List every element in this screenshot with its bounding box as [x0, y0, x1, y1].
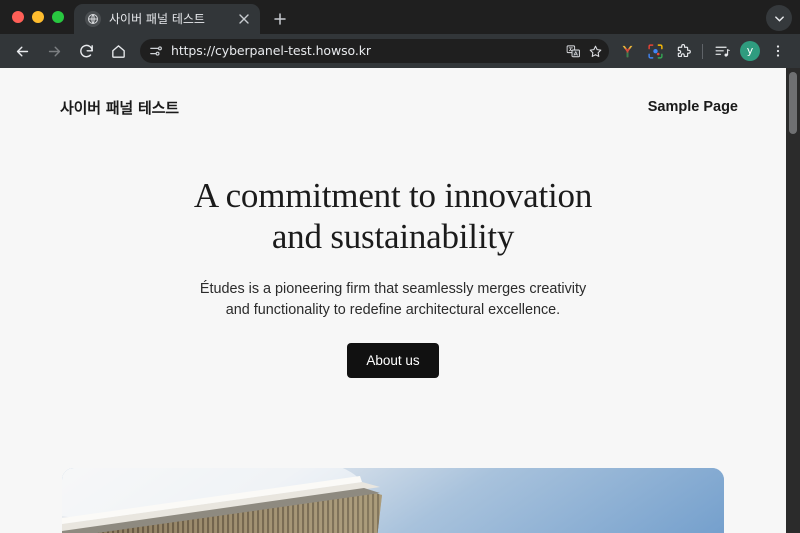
lens-search-icon[interactable] — [642, 38, 668, 64]
forward-button[interactable] — [40, 37, 68, 65]
hero-image — [62, 468, 724, 533]
browser-menu-button[interactable] — [765, 38, 791, 64]
hero-section: A commitment to innovation and sustainab… — [0, 124, 786, 379]
site-header: 사이버 패널 테스트 Sample Page — [0, 68, 786, 124]
bookmark-star-icon[interactable] — [585, 41, 605, 61]
browser-window: 사이버 패널 테스트 https://cyberpanel-test.howso… — [0, 0, 800, 533]
reload-button[interactable] — [72, 37, 100, 65]
extensions-puzzle-icon[interactable] — [670, 38, 696, 64]
nav-link-sample-page[interactable]: Sample Page — [648, 99, 738, 115]
reading-list-icon[interactable] — [709, 38, 735, 64]
window-controls — [0, 0, 74, 34]
address-bar[interactable]: https://cyberpanel-test.howso.kr — [140, 39, 609, 63]
window-maximize-button[interactable] — [52, 11, 64, 23]
close-icon[interactable] — [236, 11, 252, 27]
page-scrollbar[interactable] — [786, 68, 800, 533]
hero-subtitle: Études is a pioneering firm that seamles… — [199, 280, 587, 318]
site-navigation: Sample Page — [648, 99, 738, 115]
globe-icon — [85, 11, 101, 27]
tune-icon[interactable] — [147, 43, 164, 60]
web-page: 사이버 패널 테스트 Sample Page A commitment to i… — [0, 68, 786, 533]
browser-toolbar: https://cyberpanel-test.howso.kr y — [0, 34, 800, 68]
scrollbar-thumb[interactable] — [789, 72, 797, 134]
about-us-button[interactable]: About us — [347, 342, 439, 379]
tab-strip-spacer — [294, 0, 766, 34]
window-close-button[interactable] — [12, 11, 24, 23]
building-photo — [62, 468, 724, 533]
toolbar-divider — [702, 43, 703, 59]
tab-strip: 사이버 패널 테스트 — [0, 0, 800, 34]
tab-title: 사이버 패널 테스트 — [109, 11, 205, 26]
hero-button-wrapper: About us — [60, 342, 726, 379]
window-minimize-button[interactable] — [32, 11, 44, 23]
page-viewport: 사이버 패널 테스트 Sample Page A commitment to i… — [0, 68, 800, 533]
browser-tab[interactable]: 사이버 패널 테스트 — [74, 4, 260, 34]
tab-search-button[interactable] — [766, 5, 792, 31]
back-button[interactable] — [8, 37, 36, 65]
profile-avatar[interactable]: y — [740, 41, 760, 61]
site-title[interactable]: 사이버 패널 테스트 — [60, 97, 179, 118]
home-button[interactable] — [104, 37, 132, 65]
url-text[interactable]: https://cyberpanel-test.howso.kr — [171, 43, 561, 59]
extension-y-icon[interactable] — [614, 38, 640, 64]
new-tab-button[interactable] — [266, 5, 294, 33]
page-title: A commitment to innovation and sustainab… — [193, 176, 593, 256]
translate-icon[interactable] — [563, 41, 583, 61]
